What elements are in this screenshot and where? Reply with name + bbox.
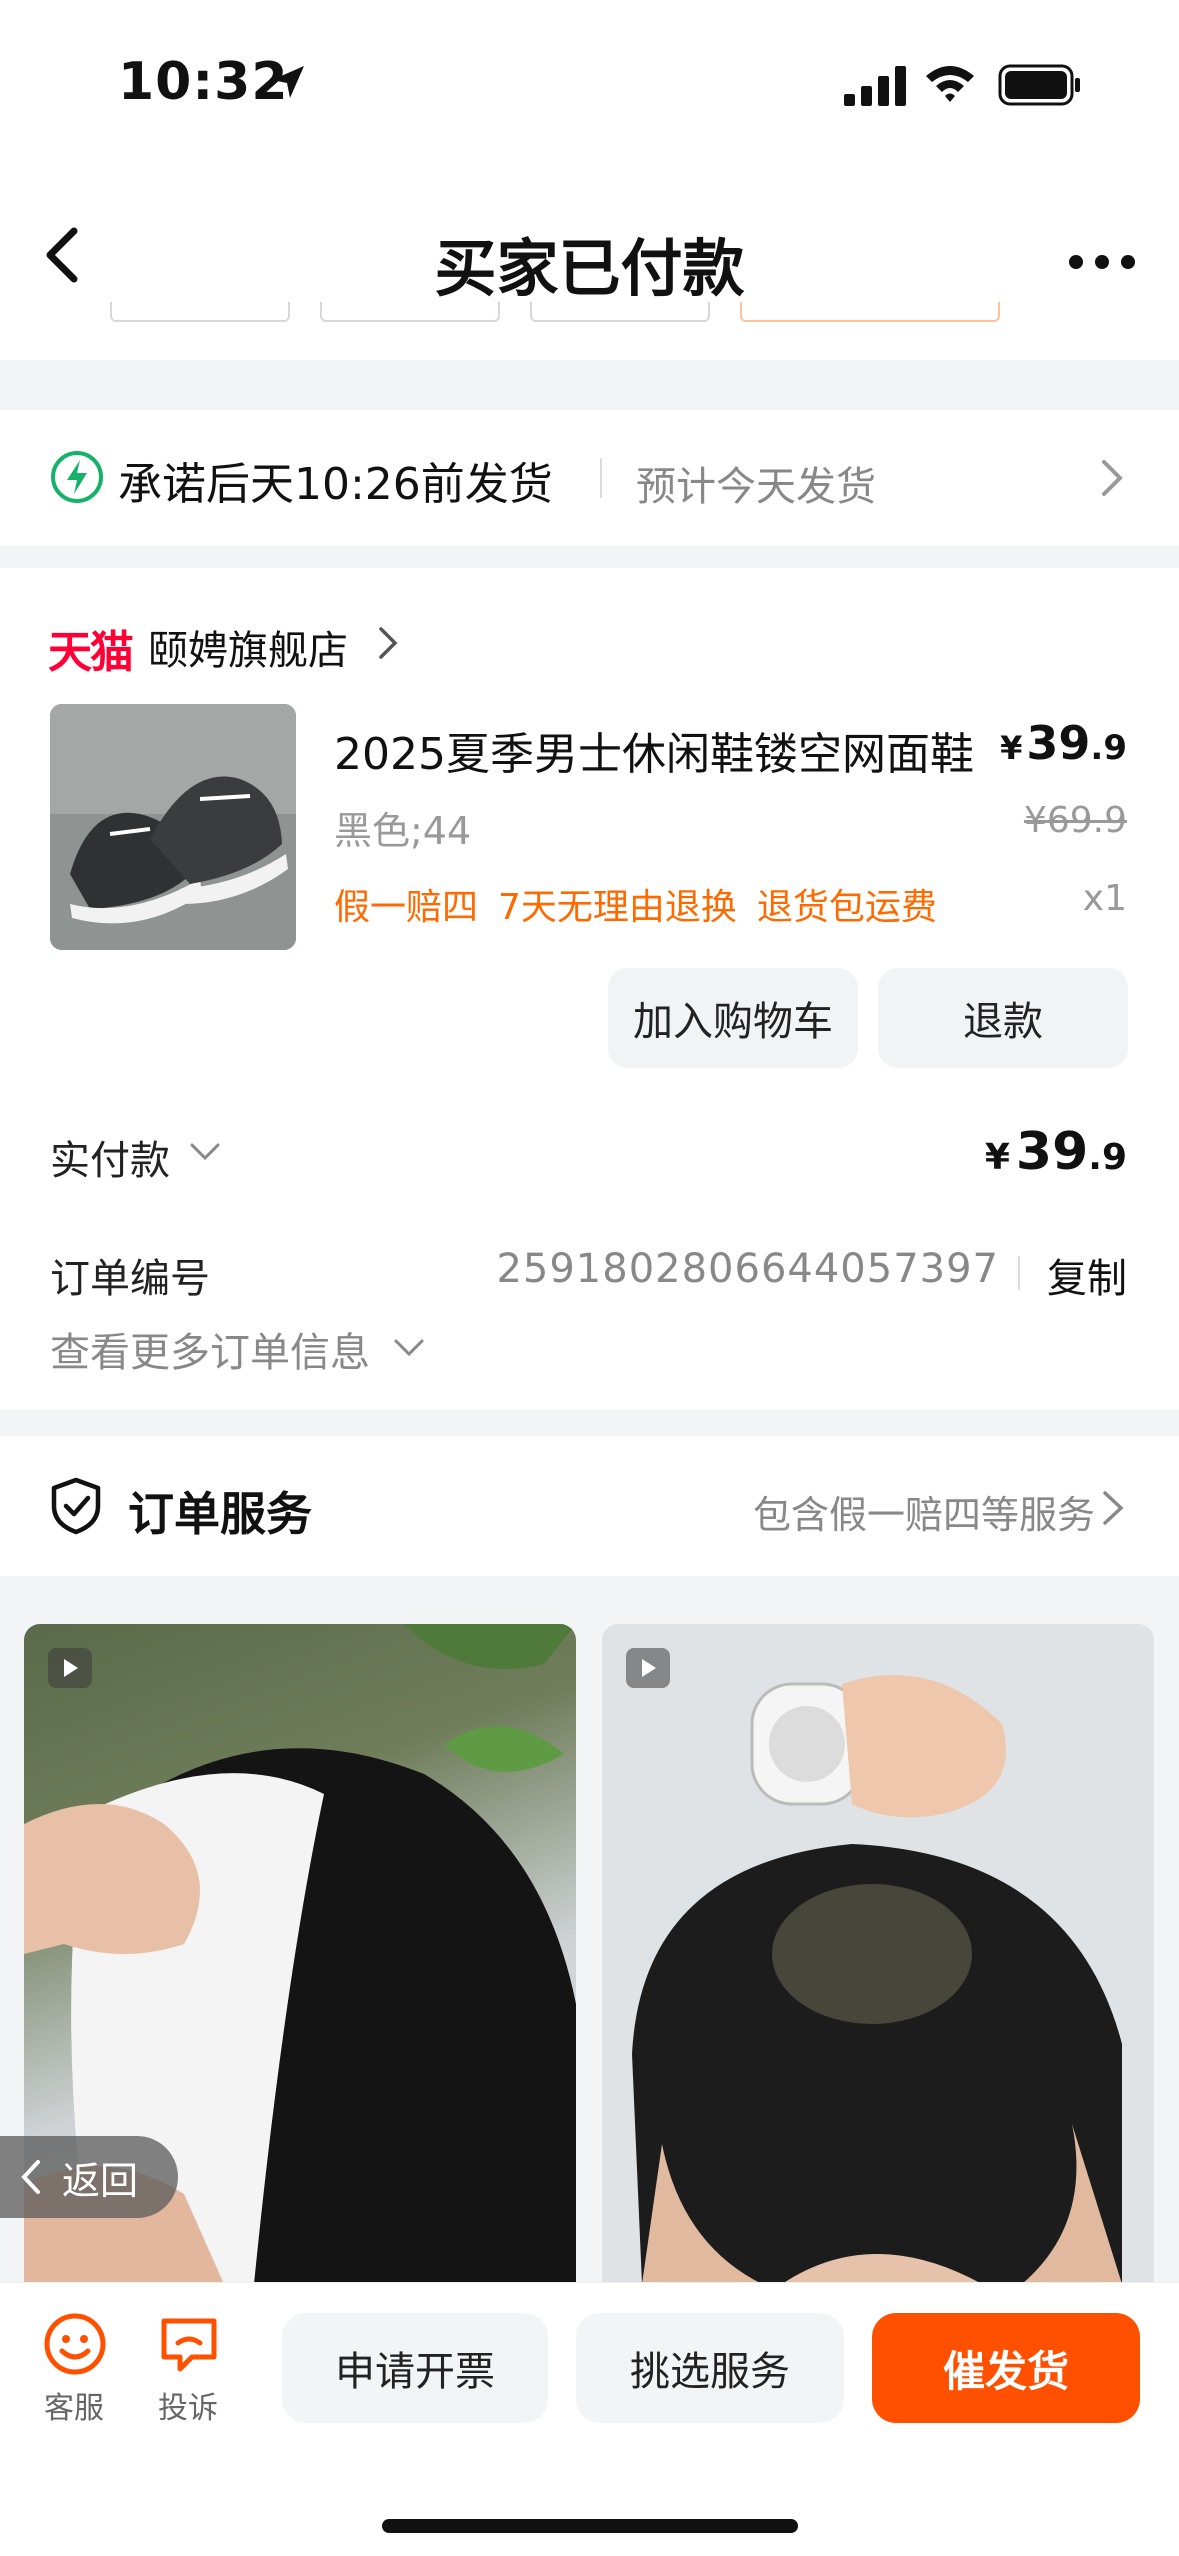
paid-amount: ¥39.9 (984, 1122, 1127, 1182)
chevron-right-icon (379, 627, 398, 659)
shield-check-icon (51, 1477, 101, 1535)
wifi-icon (926, 66, 974, 102)
divider (1018, 1256, 1020, 1290)
add-to-cart-button[interactable]: 加入购物车 (608, 968, 858, 1068)
paid-amount-label[interactable]: 实付款 (50, 1128, 170, 1186)
status-bar: 10:32 (0, 0, 1179, 160)
original-price: ¥69.9 (1023, 800, 1127, 841)
shoe-image (50, 704, 296, 950)
more-order-info-link[interactable]: 查看更多订单信息 (50, 1320, 370, 1378)
shop-name[interactable]: 颐娉旗舰店 (148, 618, 348, 676)
guarantee-tag: 假一赔四 (334, 887, 479, 928)
complaint-label[interactable]: 投诉 (158, 2383, 218, 2427)
video-play-icon (626, 1648, 670, 1688)
guarantee-tags: 假一赔四 7天无理由退换 退货包运费 (334, 878, 957, 930)
product-variant: 黑色;44 (334, 809, 472, 853)
recommendation-card[interactable] (602, 1624, 1154, 2284)
video-play-icon (48, 1648, 92, 1688)
chevron-right-icon (1103, 1491, 1124, 1525)
cellular-signal-icon (844, 66, 906, 106)
urge-shipping-button[interactable]: 催发货 (872, 2313, 1140, 2423)
hair-device-image (602, 1624, 1154, 2284)
delivery-estimate-text: 预计今天发货 (636, 464, 876, 510)
scrolled-content-peek (110, 302, 1050, 324)
guarantee-tag: 退货包运费 (756, 887, 937, 928)
product-title[interactable]: 2025夏季男士休闲鞋镂空网面鞋 (334, 718, 974, 782)
customer-service-icon[interactable] (42, 2311, 108, 2377)
chevron-right-icon (1102, 460, 1123, 496)
floating-back-label: 返回 (62, 2158, 139, 2203)
home-indicator[interactable] (382, 2519, 798, 2533)
delivery-promise-row[interactable]: 承诺后天10:26前发货 预计今天发货 (0, 410, 1179, 546)
complaint-icon[interactable] (156, 2311, 222, 2377)
battery-icon (998, 64, 1080, 106)
floating-back-button[interactable]: 返回 (0, 2136, 178, 2218)
request-invoice-button[interactable]: 申请开票 (282, 2313, 548, 2423)
customer-service-label[interactable]: 客服 (44, 2383, 104, 2427)
more-options-icon[interactable] (1066, 252, 1138, 272)
order-card: 天猫 颐娉旗舰店 2025夏季男士休闲鞋镂空网面鞋 ¥39.9 黑色;44 ¥6… (0, 568, 1179, 1410)
page-title: 买家已付款 (434, 232, 745, 305)
order-number: 2591802806644057397 (496, 1246, 999, 1292)
location-arrow-icon (272, 66, 304, 98)
divider (600, 458, 602, 498)
guarantee-tag: 7天无理由退换 (498, 887, 737, 928)
product-quantity: x1 (1082, 878, 1127, 919)
chevron-down-icon[interactable] (188, 1140, 222, 1164)
product-price: ¥39.9 (1000, 716, 1127, 770)
delivery-promise-text: 承诺后天10:26前发货 (118, 459, 553, 510)
tmall-logo: 天猫 (48, 627, 134, 678)
chevron-left-icon (21, 2160, 40, 2194)
chevron-down-icon[interactable] (392, 1336, 426, 1360)
bottom-action-bar: 客服 投诉 申请开票 挑选服务 催发货 (0, 2282, 1179, 2556)
order-service-summary: 包含假一赔四等服务 (752, 1493, 1095, 1537)
order-service-row[interactable]: 订单服务 包含假一赔四等服务 (0, 1436, 1179, 1576)
product-thumbnail[interactable] (50, 704, 296, 950)
copy-button[interactable]: 复制 (1047, 1246, 1127, 1304)
lightning-bolt-icon (51, 451, 103, 503)
choose-service-button[interactable]: 挑选服务 (576, 2313, 844, 2423)
nav-header: 买家已付款 (0, 160, 1179, 360)
order-service-title: 订单服务 (128, 1487, 312, 1541)
status-time: 10:32 (118, 52, 289, 112)
refund-button[interactable]: 退款 (878, 968, 1128, 1068)
order-number-label: 订单编号 (50, 1256, 210, 1302)
